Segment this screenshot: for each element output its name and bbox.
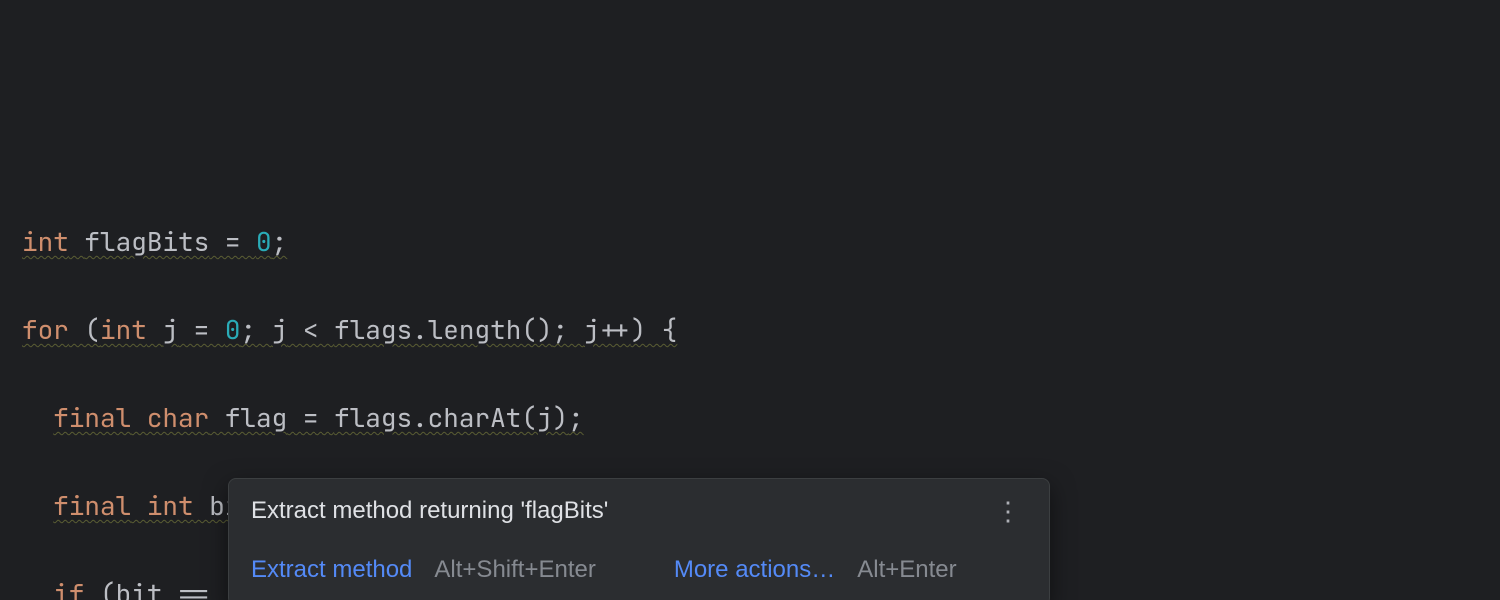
- code-line: final char flag = flags.charAt(j);: [22, 396, 1500, 440]
- code-line: int flagBits = 0;: [22, 220, 1500, 264]
- code-line: for (int j = 0; j < flags.length(); j++)…: [22, 308, 1500, 352]
- shortcut-label: Alt+Shift+Enter: [434, 553, 595, 587]
- extract-method-action[interactable]: Extract method: [251, 553, 412, 587]
- more-actions-action[interactable]: More actions…: [674, 553, 835, 587]
- intention-popup: Extract method returning 'flagBits' ⋮ Ex…: [228, 478, 1050, 600]
- popup-title: Extract method returning 'flagBits': [251, 494, 608, 528]
- shortcut-label: Alt+Enter: [857, 553, 956, 587]
- more-icon[interactable]: ⋮: [991, 493, 1027, 529]
